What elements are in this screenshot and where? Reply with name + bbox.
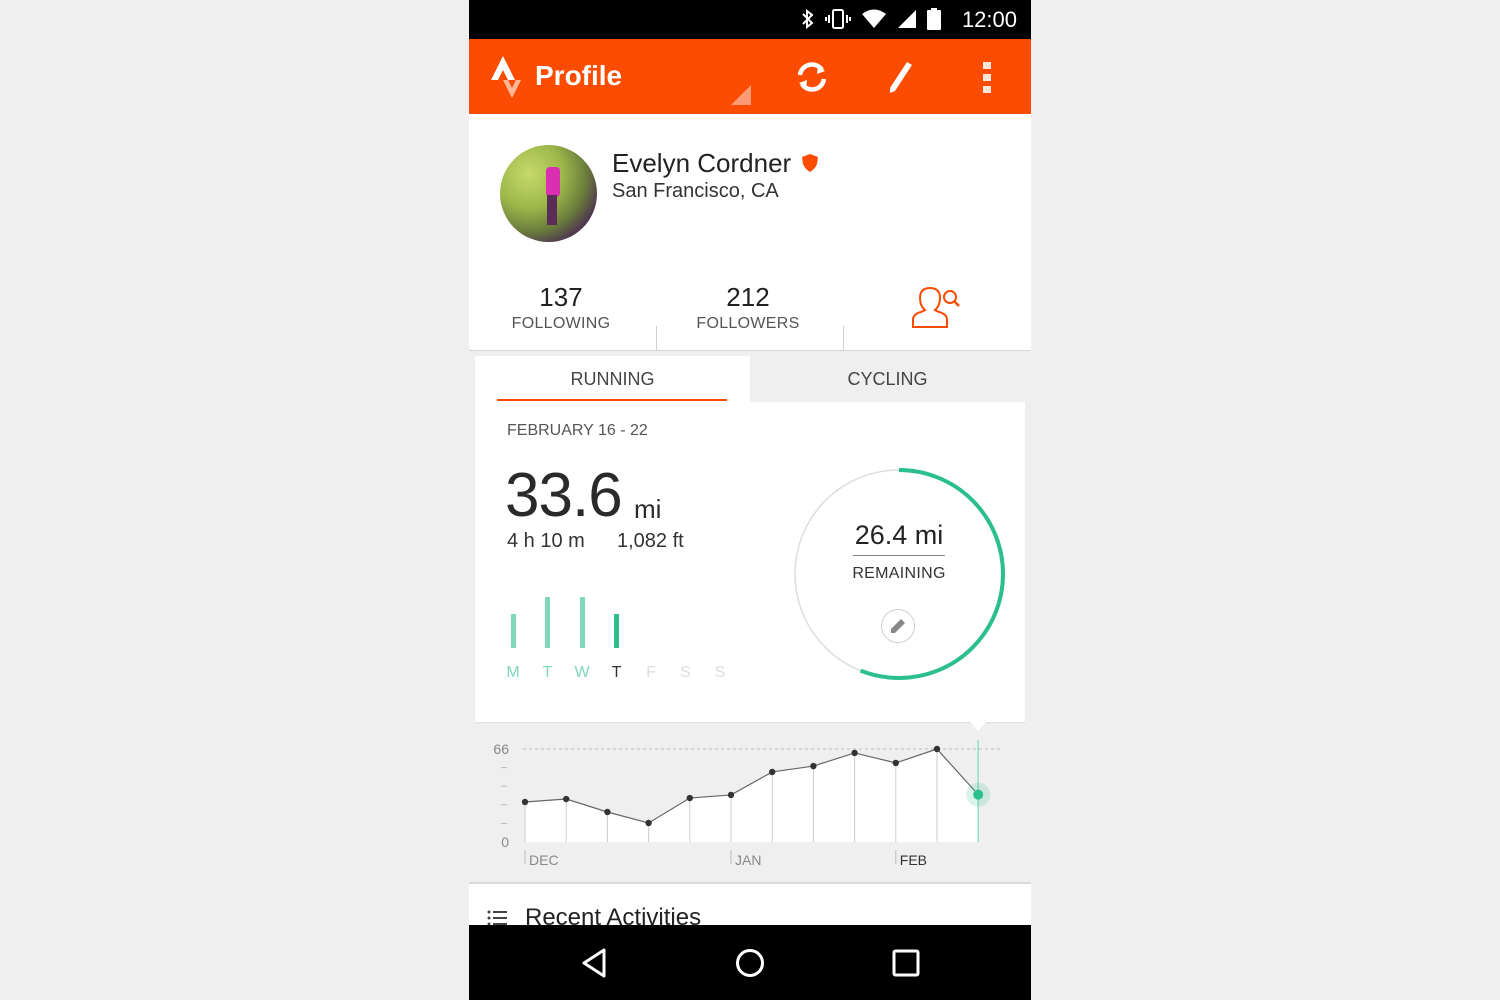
refresh-icon — [797, 62, 827, 92]
tab-cycling[interactable]: CYCLING — [750, 356, 1025, 402]
strava-logo-icon — [491, 56, 521, 98]
data-point — [686, 794, 693, 802]
followers-label: FOLLOWERS — [696, 315, 800, 332]
status-time: 12:00 — [961, 7, 1017, 32]
edit-profile-button[interactable] — [880, 57, 920, 97]
home-button[interactable] — [730, 943, 770, 983]
signal-icon — [898, 10, 916, 28]
highlight-point — [973, 789, 984, 800]
overflow-menu-icon — [983, 62, 991, 93]
profile-header: Evelyn Cordner San Francisco, CA 137 FOL… — [469, 114, 1031, 351]
followers-stat[interactable]: 212 FOLLOWERS — [668, 282, 828, 333]
following-label: FOLLOWING — [511, 315, 611, 332]
date-range: FEBRUARY 16 - 22 — [507, 422, 648, 439]
data-point — [933, 745, 941, 753]
x-tick-label: DEC — [529, 852, 559, 868]
y-tick-label: 0 — [501, 834, 509, 850]
edit-icon — [890, 62, 912, 93]
phone-screen: 12:00 Profile Evelyn Cordner San Francis… — [469, 0, 1031, 1000]
chart-area — [525, 749, 979, 842]
data-point — [769, 768, 776, 776]
vibrate-icon — [825, 9, 851, 29]
weekly-summary-card: FEBRUARY 16 - 22 33.6 mi 4 h 10 m 1,082 … — [475, 402, 1025, 722]
refresh-button[interactable] — [792, 57, 832, 97]
y-tick-label: 66 — [493, 741, 509, 757]
page-title: Profile — [535, 60, 623, 91]
tab-cycling-label: CYCLING — [847, 368, 928, 389]
premium-shield-icon — [802, 154, 818, 172]
data-point — [727, 791, 735, 799]
data-point — [521, 798, 529, 806]
app-bar: Profile — [469, 39, 1031, 114]
battery-icon — [927, 8, 941, 30]
data-point — [892, 759, 899, 767]
history-chart-svg: 66 0 DEC JAN FEB — [493, 722, 1001, 868]
status-bar: 12:00 — [469, 0, 1031, 39]
list-icon — [487, 910, 507, 926]
edit-goal-button[interactable] — [881, 609, 915, 643]
following-count: 137 — [539, 282, 583, 312]
x-tick-label: JAN — [735, 852, 761, 868]
daily-bars: MTWTFSS — [499, 582, 739, 682]
day-bar — [545, 597, 550, 648]
followers-count: 212 — [726, 282, 770, 312]
day-bar — [579, 597, 585, 648]
recents-icon — [892, 949, 920, 977]
dropdown-corner-indicator[interactable] — [731, 85, 751, 105]
back-icon — [582, 948, 606, 978]
divider — [843, 326, 844, 350]
day-label: W — [574, 664, 590, 681]
weekly-history-chart: 66 0 DEC JAN FEB — [469, 722, 1031, 882]
day-label: M — [506, 664, 520, 681]
goal-remaining-value: 26.4 mi — [853, 520, 945, 556]
wifi-icon — [862, 9, 886, 28]
recents-button[interactable] — [886, 943, 926, 983]
divider — [656, 326, 657, 350]
overflow-menu-button[interactable] — [967, 57, 1007, 97]
day-bar — [510, 613, 516, 648]
home-icon — [736, 949, 764, 977]
tab-running[interactable]: RUNNING — [475, 356, 750, 402]
athlete-location: San Francisco, CA — [612, 180, 779, 202]
day-label: F — [646, 664, 656, 681]
day-label: S — [714, 664, 726, 681]
back-button[interactable] — [574, 943, 614, 983]
selection-pointer — [970, 722, 987, 731]
find-friends-icon — [912, 286, 960, 328]
day-label: T — [611, 664, 622, 681]
sport-tabs: RUNNING CYCLING — [475, 356, 1025, 402]
x-tick-label: FEB — [900, 852, 927, 868]
bluetooth-icon — [802, 8, 814, 30]
data-point — [563, 795, 570, 803]
day-label: T — [542, 664, 553, 681]
data-point — [645, 819, 652, 827]
data-point — [604, 808, 611, 816]
goal-remaining-label: REMAINING — [852, 565, 946, 582]
data-point — [810, 762, 817, 770]
find-friends-button[interactable] — [910, 286, 962, 335]
tab-running-label: RUNNING — [570, 368, 655, 389]
weekly-distance: 33.6 — [505, 461, 623, 530]
day-label: S — [680, 664, 691, 681]
athlete-name: Evelyn Cordner — [612, 148, 792, 178]
pencil-icon — [891, 619, 905, 633]
weekly-distance-unit: mi — [634, 494, 662, 524]
active-tab-indicator — [497, 399, 727, 401]
avatar[interactable] — [500, 145, 597, 242]
system-nav-bar — [469, 925, 1031, 1000]
day-bar — [614, 613, 619, 648]
weekly-elevation: 1,082 ft — [617, 530, 684, 552]
following-stat[interactable]: 137 FOLLOWING — [481, 282, 641, 333]
data-point — [851, 749, 858, 757]
weekly-moving-time: 4 h 10 m — [507, 530, 585, 552]
